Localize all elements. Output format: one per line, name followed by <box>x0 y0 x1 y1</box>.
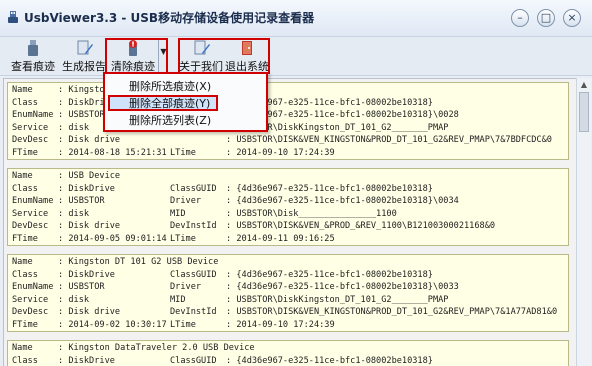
field2-value: : {4d36e967-e325-11ce-bfc1-08002be10318}… <box>226 196 459 207</box>
field-name: DevDesc <box>12 135 49 146</box>
field2-name: LTime <box>170 148 196 158</box>
field-name: Service <box>12 122 49 133</box>
close-button[interactable]: × <box>563 9 581 27</box>
field-value: : Disk drive <box>58 307 121 318</box>
clear-button-highlight <box>105 38 168 74</box>
field-value: : USBSTOR <box>58 196 105 207</box>
generate-report-button[interactable]: 生成报告 <box>59 39 109 73</box>
field-name: Class <box>12 183 38 194</box>
field-value: : USB Device <box>58 171 121 181</box>
view-traces-button[interactable]: 查看痕迹 <box>8 39 58 73</box>
field-name: Class <box>12 355 38 366</box>
field-name: Name <box>12 257 33 267</box>
field2-value: : {4d36e967-e325-11ce-bfc1-08002be10318} <box>226 355 433 366</box>
minimize-icon: – <box>517 11 523 24</box>
records-list[interactable]: Name : Kingston Class : DiskDrive : {4d36e96… <box>3 78 577 366</box>
field-value: : disk <box>58 122 90 133</box>
field2-name: Driver <box>170 196 202 207</box>
field-name: FTime <box>12 148 38 158</box>
vertical-scrollbar[interactable]: ▲ <box>576 78 591 366</box>
generate-report-label: 生成报告 <box>62 60 106 73</box>
field2-name: ClassGUID <box>170 183 217 194</box>
field2-name: Driver <box>170 282 202 293</box>
record-card[interactable]: Name : USB Device Class : DiskDrive ClassGUI… <box>7 168 569 246</box>
field2-value: : USBSTOR\Disk_______________1100 <box>226 208 397 219</box>
usb-app-icon <box>8 11 18 23</box>
field-name: Class <box>12 269 38 280</box>
toolbar: 查看痕迹 生成报告 清除痕迹 ▼ 关于我们 退出系统 <box>0 37 592 76</box>
field-name: Service <box>12 208 49 219</box>
record-card[interactable]: Name : Kingston DataTraveler 2.0 USB Devi… <box>7 340 569 366</box>
window-title: UsbViewer3.3 - USB移动存储设备使用记录查看器 <box>24 11 315 25</box>
field2-name: DevInstId <box>170 307 217 318</box>
record-card[interactable]: Name: Kingston Class: DiskDrive: {4d36e96… <box>7 82 569 160</box>
maximize-icon: □ <box>540 11 552 24</box>
field-name: Name <box>12 343 33 353</box>
field-name: EnumName <box>12 282 54 293</box>
field-value: : Kingston DT 101 G2 USB Device <box>58 257 219 267</box>
field-value: : 2014-09-05 09:01:14 <box>58 234 167 244</box>
menu-item-delete-list[interactable]: 删除所选列表(Z) <box>129 113 211 129</box>
field2-name: LTime <box>170 320 196 330</box>
field-value: : Disk drive <box>58 221 121 232</box>
field-name: DevDesc <box>12 221 49 232</box>
field2-name: ClassGUID <box>170 269 217 280</box>
scroll-thumb[interactable] <box>579 92 589 132</box>
field-name: FTime <box>12 320 38 330</box>
field-value: : DiskDrive <box>58 269 115 280</box>
field-name: EnumName <box>12 196 54 207</box>
field2-value: : 2014-09-10 17:24:39 <box>226 320 335 330</box>
clear-dropdown-menu: 删除所选痕迹(X) 删除全部痕迹(Y) 删除所选列表(Z) <box>103 72 268 132</box>
field-value: : 2014-09-02 10:30:17 <box>58 320 167 330</box>
field-value: : 2014-08-18 15:21:31 <box>58 148 167 158</box>
title-bar[interactable]: UsbViewer3.3 - USB移动存储设备使用记录查看器 – □ × <box>0 0 592 37</box>
field-value: : USBSTOR <box>58 110 105 121</box>
field-value: : DiskDrive <box>58 355 115 366</box>
field-name: Service <box>12 294 49 305</box>
field-name: Name <box>12 85 33 95</box>
field-name: Name <box>12 171 33 181</box>
field-name: DevDesc <box>12 307 49 318</box>
field2-value: : {4d36e967-e325-11ce-bfc1-08002be10318}… <box>226 282 459 293</box>
field-value: : Disk drive <box>58 135 121 146</box>
field2-value: : {4d36e967-e325-11ce-bfc1-08002be10318} <box>226 183 433 194</box>
app-window: UsbViewer3.3 - USB移动存储设备使用记录查看器 – □ × 查看… <box>0 0 592 366</box>
field2-name: MID <box>170 208 186 219</box>
field2-value: : USBSTOR\DiskKingston_DT_101_G2_______P… <box>226 294 449 305</box>
maximize-button[interactable]: □ <box>537 9 555 27</box>
field2-name: ClassGUID <box>170 355 217 366</box>
field2-value: : {4d36e967-e325-11ce-bfc1-08002be10318} <box>226 269 433 280</box>
field2-value: : 2014-09-11 09:16:25 <box>226 234 335 244</box>
minimize-button[interactable]: – <box>511 9 529 27</box>
report-icon <box>77 40 93 55</box>
record-card[interactable]: Name : Kingston DT 101 G2 USB Device Class… <box>7 254 569 332</box>
field2-name: LTime <box>170 234 196 244</box>
field-value: : Kingston <box>58 85 110 95</box>
close-icon: × <box>567 11 577 24</box>
field-name: FTime <box>12 234 38 244</box>
field2-value: : USBSTOR\DISK&VEN_&PROD_&REV_1100\B1210… <box>226 221 496 232</box>
field2-name: DevInstId <box>170 221 217 232</box>
menu-item-delete-selected[interactable]: 删除所选痕迹(X) <box>129 79 211 95</box>
field-value: : DiskDrive <box>58 183 115 194</box>
field-value: : USBSTOR <box>58 282 105 293</box>
field-value: : disk <box>58 208 90 219</box>
field2-value: : USBSTOR\DISK&VEN_KINGSTON&PROD_DT_101_… <box>226 135 552 146</box>
field-name: EnumName <box>12 110 54 121</box>
scroll-up-icon[interactable]: ▲ <box>579 80 589 90</box>
field2-value: : 2014-09-10 17:24:39 <box>226 148 335 158</box>
field2-name: MID <box>170 294 186 305</box>
usb-drive-icon <box>28 40 38 56</box>
field2-value: : USBSTOR\DISK&VEN_KINGSTON&PROD_DT_101_… <box>226 307 558 318</box>
field-name: Class <box>12 97 38 108</box>
about-exit-highlight <box>178 38 270 74</box>
field-value: : Kingston DataTraveler 2.0 USB Device <box>58 343 255 353</box>
menu-item-delete-all[interactable]: 删除全部痕迹(Y) <box>129 96 210 112</box>
field-value: : disk <box>58 294 90 305</box>
view-traces-label: 查看痕迹 <box>11 60 55 73</box>
